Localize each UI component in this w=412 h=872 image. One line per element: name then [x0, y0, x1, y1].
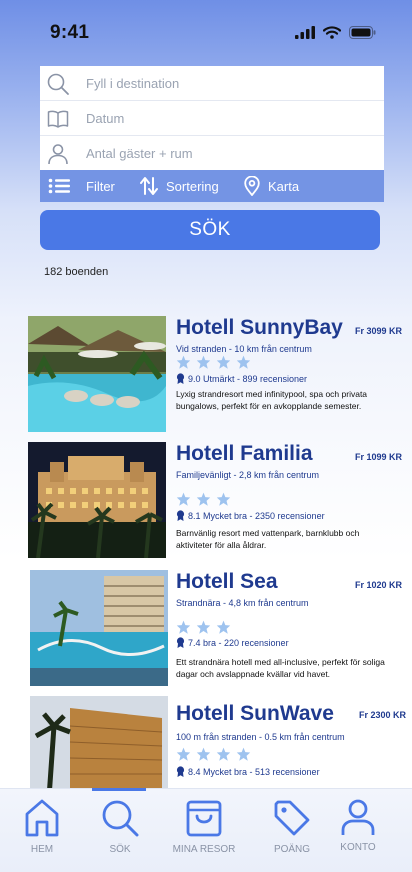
nav-account[interactable]: KONTO — [318, 798, 398, 853]
search-icon — [47, 73, 69, 95]
destination-input[interactable]: Fyll i destination — [86, 76, 179, 91]
star-icon — [216, 355, 231, 369]
app-screen: 9:41 Fyll i destination Datum Antal gäst… — [0, 0, 412, 872]
nav-account-label: KONTO — [340, 842, 376, 853]
book-icon — [47, 110, 69, 128]
hotel-photo — [30, 696, 168, 788]
wifi-icon — [323, 26, 341, 39]
search-button[interactable]: SÖK — [40, 210, 380, 250]
nav-home-label: HEM — [30, 844, 54, 855]
status-bar: 9:41 — [0, 0, 412, 66]
review-text: 8.1 Mycket bra - 2350 recensioner — [188, 510, 325, 521]
star-rating — [176, 355, 251, 369]
filter-option[interactable]: Filter — [48, 178, 115, 194]
award-icon — [176, 510, 185, 521]
user-icon — [48, 144, 68, 165]
guests-input[interactable]: Antal gäster + rum — [86, 146, 193, 161]
review-text: 9.0 Utmärkt - 899 recensioner — [188, 373, 308, 384]
star-icon — [236, 747, 251, 761]
filter-label: Filter — [86, 178, 115, 194]
nav-points-label: POÄNG — [273, 844, 311, 855]
review-score: 8.1 Mycket bra - 2350 recensioner — [176, 510, 325, 521]
hotel-card[interactable]: Hotell SunnyBay Fr 3099 KR Vid stranden … — [28, 316, 406, 434]
destination-field[interactable]: Fyll i destination — [40, 66, 384, 101]
hotel-photo — [28, 442, 166, 558]
hotel-price: Fr 3099 KR — [354, 326, 402, 336]
guests-field[interactable]: Antal gäster + rum — [40, 136, 384, 170]
search-icon — [102, 800, 139, 837]
date-field[interactable]: Datum — [40, 101, 384, 136]
star-icon — [176, 355, 191, 369]
map-option[interactable]: Karta — [244, 176, 299, 196]
status-time: 9:41 — [50, 22, 90, 43]
map-pin-icon — [244, 176, 260, 196]
sort-option[interactable]: Sortering — [140, 176, 219, 196]
results-count: 182 boenden — [44, 266, 109, 278]
star-rating — [176, 620, 231, 634]
review-score: 9.0 Utmärkt - 899 recensioner — [176, 373, 307, 384]
hotel-location: Vid stranden - 10 km från centrum — [176, 344, 312, 354]
sort-arrows-icon — [140, 177, 158, 195]
hotel-location: 100 m från stranden - 0.5 km från centru… — [176, 732, 345, 742]
date-input[interactable]: Datum — [86, 111, 124, 126]
hotel-name: Hotell Sea — [176, 570, 278, 593]
hotel-photo — [30, 570, 168, 686]
review-text: 8.4 Mycket bra - 513 recensioner — [188, 766, 320, 777]
star-icon — [176, 492, 191, 506]
star-icon — [196, 492, 211, 506]
list-icon — [48, 178, 70, 194]
star-icon — [176, 620, 191, 634]
hotel-description: Barnvänlig resort med vattenpark, barnkl… — [176, 528, 360, 550]
nav-trips-label: MINA RESOR — [172, 844, 236, 855]
nav-trips[interactable]: MINA RESOR — [164, 798, 244, 855]
hotel-name: Hotell SunWave — [176, 702, 334, 725]
hotel-description: Ett strandnära hotell med all-inclusive,… — [176, 657, 385, 679]
shopping-bag-icon — [186, 800, 222, 837]
review-text: 7.4 bra - 220 recensioner — [188, 637, 289, 648]
star-icon — [216, 620, 231, 634]
hotel-name: Hotell SunnyBay — [176, 316, 343, 339]
award-icon — [176, 766, 185, 777]
nav-home[interactable]: HEM — [2, 798, 82, 855]
star-rating — [176, 747, 251, 761]
hotel-card[interactable]: Hotell SunWave Fr 2300 KR 100 m från str… — [28, 696, 406, 788]
star-icon — [196, 620, 211, 634]
map-label: Karta — [268, 178, 300, 194]
status-icons — [295, 26, 376, 39]
sort-label: Sortering — [166, 178, 219, 194]
star-icon — [176, 747, 191, 761]
hotel-card[interactable]: Hotell Sea Fr 1020 KR Strandnära - 4,8 k… — [28, 570, 406, 688]
options-bar: Filter Sortering Karta — [40, 170, 384, 202]
account-icon — [341, 799, 375, 835]
star-rating — [176, 492, 231, 506]
hotel-location: Familjevänligt - 2,8 km från centrum — [176, 470, 320, 480]
search-form: Fyll i destination Datum Antal gäster + … — [40, 66, 384, 170]
home-icon — [25, 799, 59, 837]
star-icon — [216, 747, 231, 761]
battery-icon — [349, 26, 376, 39]
hotel-card[interactable]: Hotell Familia Fr 1099 KR Familjevänligt… — [28, 442, 406, 560]
hotel-photo — [28, 316, 166, 432]
hotel-location: Strandnära - 4,8 km från centrum — [176, 598, 309, 608]
tag-icon — [274, 800, 310, 836]
hotel-price: Fr 1020 KR — [354, 580, 402, 590]
review-score: 7.4 bra - 220 recensioner — [176, 637, 289, 648]
nav-search[interactable]: SÖK — [80, 798, 160, 855]
hotel-price: Fr 2300 KR — [358, 710, 406, 720]
hotel-price: Fr 1099 KR — [354, 452, 402, 462]
hotel-name: Hotell Familia — [176, 442, 313, 465]
star-icon — [236, 355, 251, 369]
active-tab-indicator — [92, 788, 146, 791]
award-icon — [176, 373, 185, 384]
signal-icon — [295, 26, 315, 39]
nav-search-label: SÖK — [109, 844, 131, 855]
award-icon — [176, 637, 185, 648]
hotel-description: Lyxig strandresort med infinitypool, spa… — [176, 389, 368, 411]
review-score: 8.4 Mycket bra - 513 recensioner — [176, 766, 320, 777]
star-icon — [216, 492, 231, 506]
star-icon — [196, 355, 211, 369]
star-icon — [196, 747, 211, 761]
